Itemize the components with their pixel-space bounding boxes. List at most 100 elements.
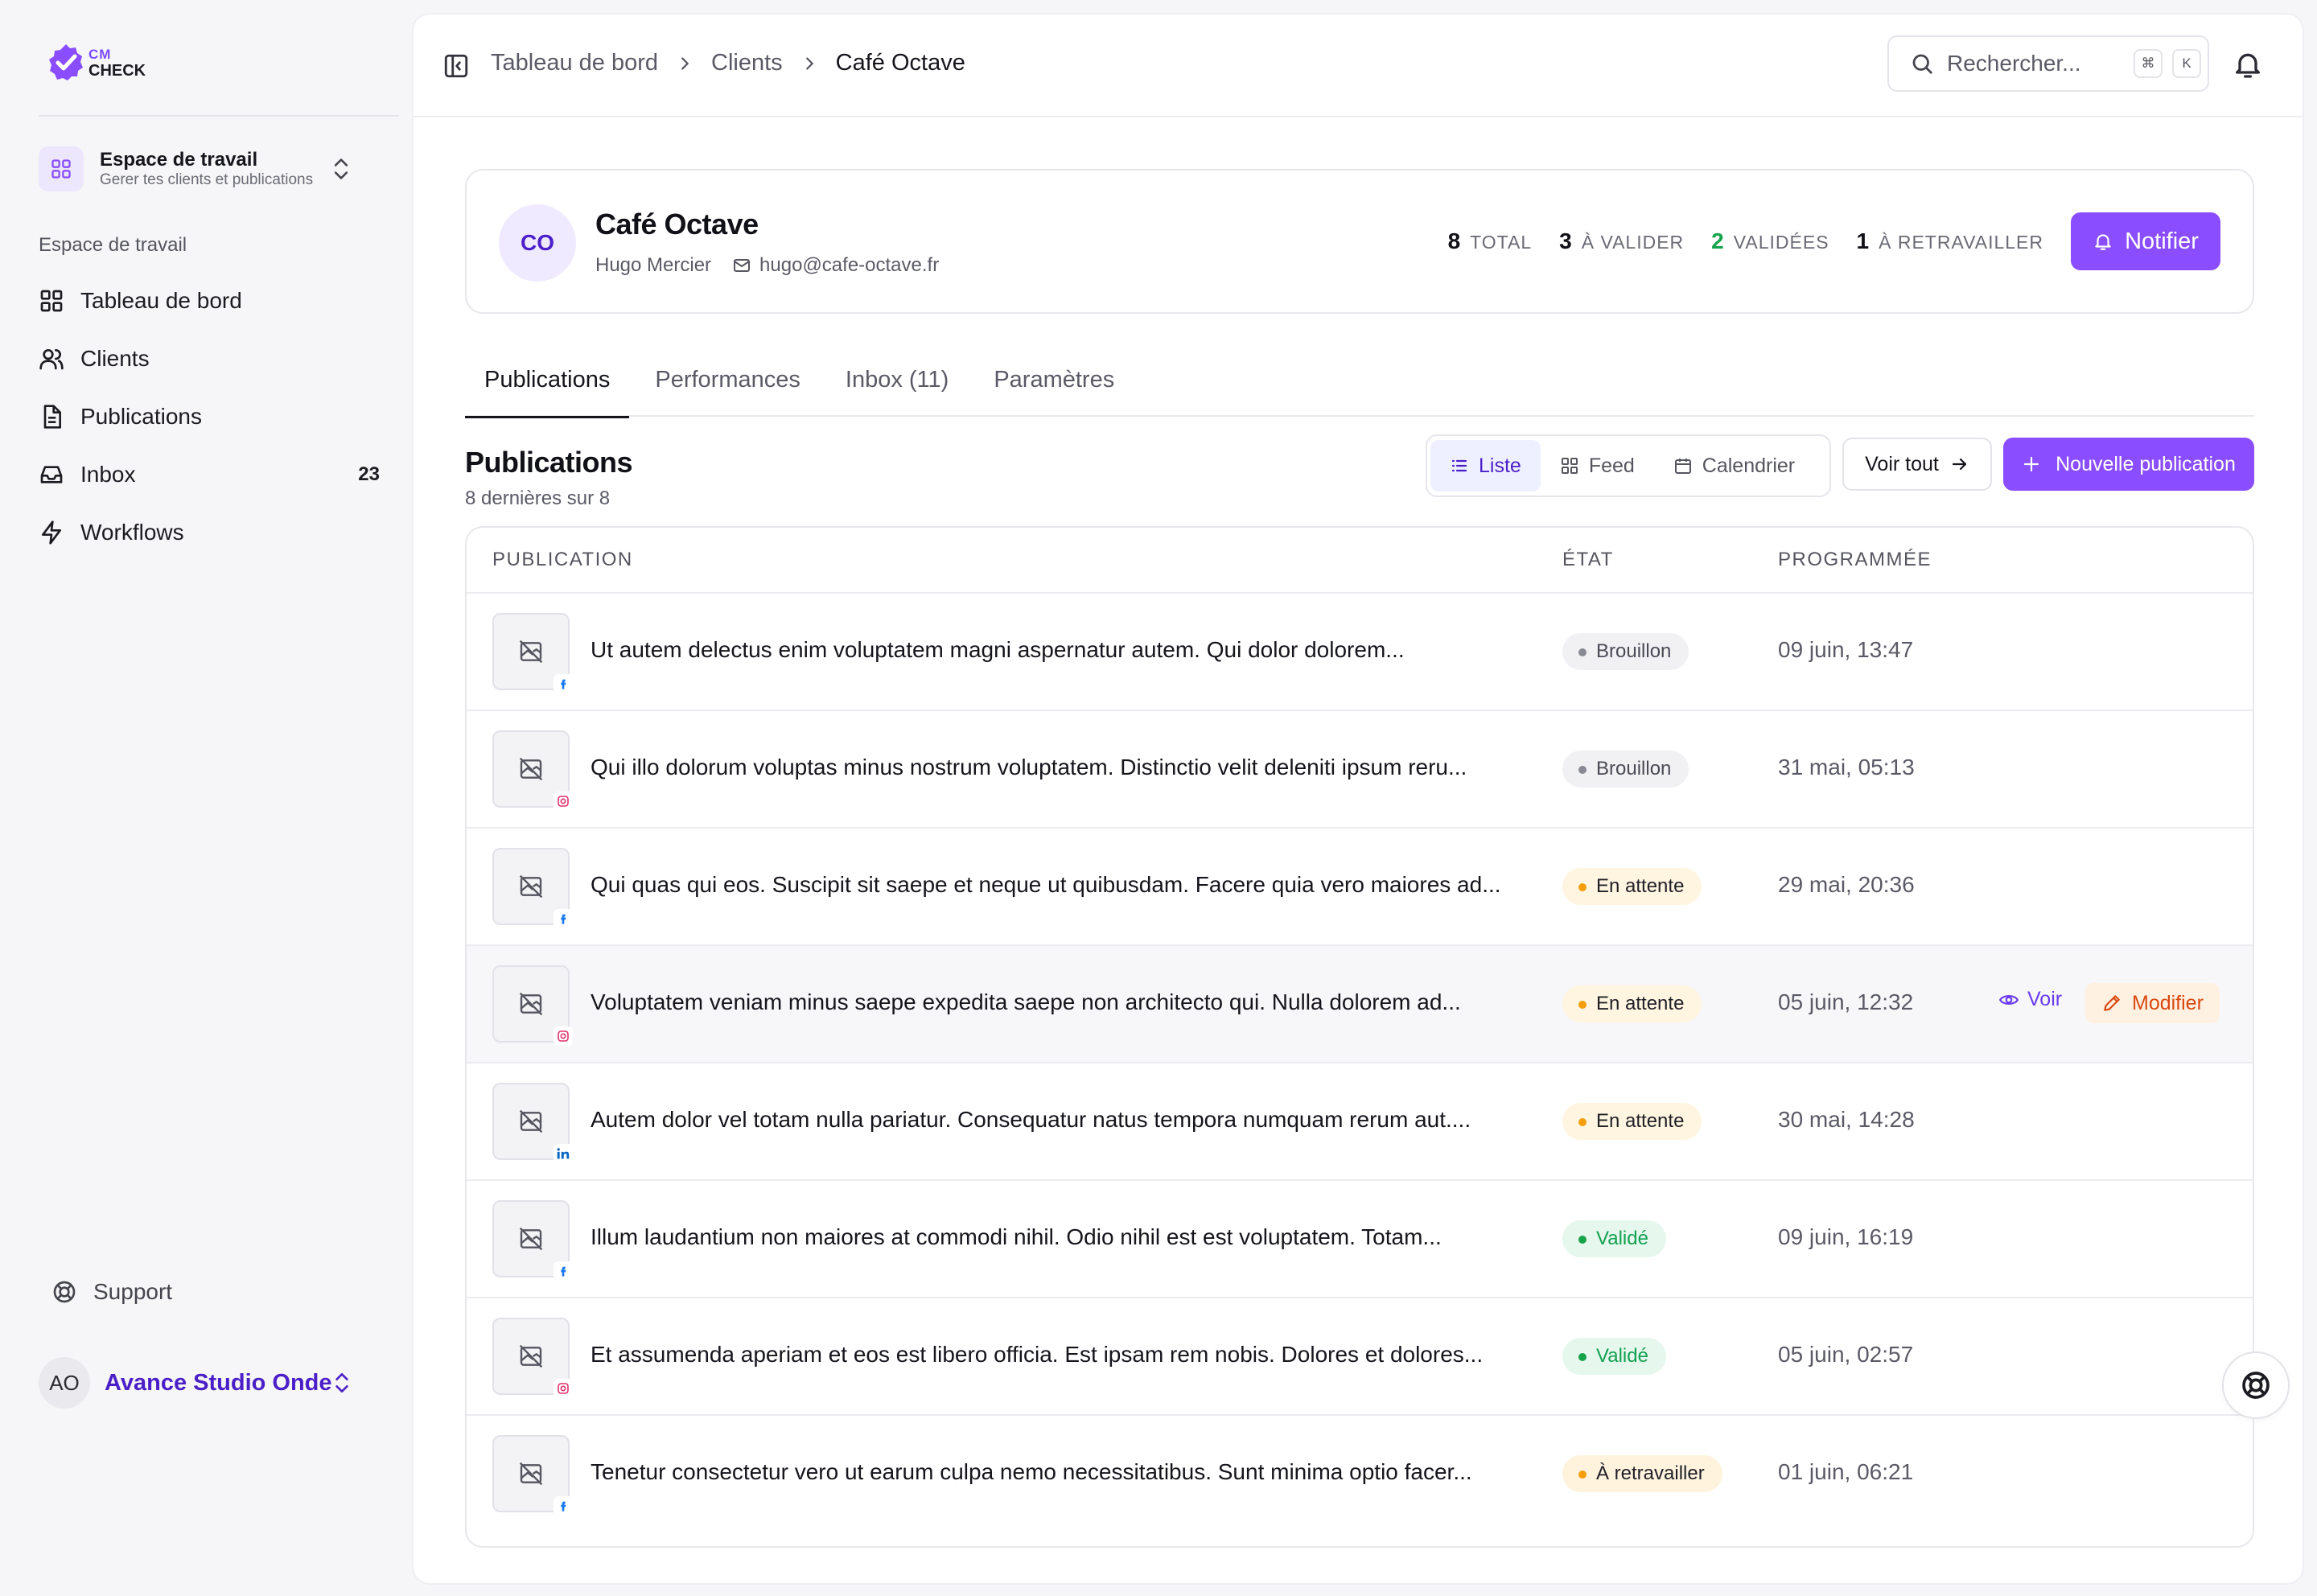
table-row[interactable]: Autem dolor vel totam nulla pariatur. Co…	[467, 1063, 2253, 1181]
sidebar-item-label: Tableau de bord	[80, 288, 242, 313]
image-off-icon	[519, 1462, 543, 1486]
user-switcher[interactable]: AO Avance Studio Onde	[39, 1356, 377, 1409]
table-row[interactable]: Qui quas qui eos. Suscipit sit saepe et …	[467, 829, 2253, 946]
workspace-grid-icon	[39, 146, 84, 191]
tab-publications[interactable]: Publications	[465, 343, 630, 418]
logo-wordmark: CM CHECK	[88, 47, 146, 80]
sidebar-item-publications[interactable]: Publications	[39, 388, 380, 446]
sidebar-item-clients[interactable]: Clients	[39, 330, 380, 388]
view-feed[interactable]: Feed	[1541, 440, 1654, 492]
client-meta: Hugo Mercier hugo@cafe-octave.fr	[595, 254, 939, 277]
stat-total: 8 TOTAL	[1447, 228, 1533, 253]
sidebar-item-label: Publications	[80, 404, 202, 429]
image-off-icon	[519, 1344, 543, 1368]
sidebar-item-dashboard[interactable]: Tableau de bord	[39, 272, 380, 330]
media-placeholder	[492, 848, 573, 928]
table-row[interactable]: Qui illo dolorum voluptas minus nostrum …	[467, 711, 2253, 829]
scheduled-date: 05 juin, 02:57	[1778, 1342, 1914, 1367]
chevron-up-down-icon	[334, 158, 348, 179]
shortcut-key-cmd: ⌘	[2134, 49, 2163, 78]
table-row[interactable]: Illum laudantium non maiores at commodi …	[467, 1181, 2253, 1298]
breadcrumb-dashboard[interactable]: Tableau de bord	[491, 50, 658, 76]
chevron-up-down-icon	[335, 1373, 348, 1392]
media-placeholder	[492, 730, 573, 811]
publication-text: Tenetur consectetur vero ut earum culpa …	[591, 1459, 1472, 1484]
table-row[interactable]: Ut autem delectus enim voluptatem magni …	[467, 594, 2253, 711]
client-card: CO Café Octave Hugo Mercier hugo@cafe-oc…	[465, 169, 2254, 314]
facebook-icon	[554, 1496, 573, 1516]
client-email[interactable]: hugo@cafe-octave.fr	[759, 254, 939, 277]
client-contact: Hugo Mercier	[595, 254, 712, 276]
view-list[interactable]: Liste	[1430, 440, 1541, 492]
users-icon	[39, 349, 64, 370]
media-placeholder	[492, 965, 573, 1046]
publication-text: Qui quas qui eos. Suscipit sit saepe et …	[591, 872, 1501, 897]
eye-icon	[1998, 994, 2019, 1005]
section-subtitle: 8 dernières sur 8	[465, 487, 611, 509]
grid-icon	[1561, 458, 1578, 474]
status-badge: Brouillon	[1562, 751, 1689, 788]
support-link[interactable]: Support	[51, 1279, 172, 1305]
status-badge: En attente	[1562, 1103, 1702, 1140]
breadcrumb-clients[interactable]: Clients	[711, 50, 783, 76]
chevron-right-icon	[681, 56, 689, 70]
sidebar-toggle-icon[interactable]	[442, 52, 470, 80]
mail-icon	[734, 259, 751, 272]
publication-text: Et assumenda aperiam et eos est libero o…	[591, 1342, 1484, 1367]
media-placeholder	[492, 1435, 573, 1516]
bell-icon	[2095, 234, 2111, 250]
inbox-icon	[40, 466, 63, 483]
facebook-icon	[554, 1261, 573, 1281]
sidebar-item-inbox[interactable]: Inbox 23	[39, 446, 380, 504]
tab-inbox[interactable]: Inbox (11)	[826, 343, 968, 417]
edit-publication-button[interactable]: Modifier	[2085, 983, 2220, 1023]
sidebar-nav: Tableau de bord Clients Publications Inb…	[39, 272, 380, 561]
bell-icon[interactable]	[2232, 48, 2264, 80]
new-publication-button[interactable]: Nouvelle publication	[2003, 438, 2254, 491]
stat-validated: 2 VALIDÉES	[1711, 228, 1829, 253]
publication-text: Qui illo dolorum voluptas minus nostrum …	[591, 755, 1467, 779]
search-box[interactable]: ⌘ K	[1887, 35, 2209, 92]
image-off-icon	[519, 1109, 543, 1133]
column-header-publication[interactable]: PUBLICATION	[492, 549, 633, 571]
see-all-button[interactable]: Voir tout	[1842, 438, 1992, 491]
media-placeholder	[492, 1200, 573, 1281]
image-off-icon	[519, 640, 543, 664]
tab-settings[interactable]: Paramètres	[974, 343, 1134, 417]
top-bar: Tableau de bord Clients Café Octave ⌘ K	[414, 14, 2303, 117]
column-header-status[interactable]: ÉTAT	[1562, 549, 1614, 571]
image-off-icon	[519, 992, 543, 1016]
user-name: Avance Studio Onde	[105, 1369, 332, 1396]
lifebuoy-icon	[53, 1281, 76, 1303]
facebook-icon	[554, 674, 573, 693]
sidebar: CM CHECK Espace de travail Gerer tes cli…	[0, 0, 412, 1596]
table-row[interactable]: Et assumenda aperiam et eos est libero o…	[467, 1298, 2253, 1416]
breadcrumb: Tableau de bord Clients Café Octave	[491, 50, 965, 76]
sidebar-item-workflows[interactable]: Workflows	[39, 504, 380, 561]
search-input[interactable]	[1947, 51, 2124, 76]
table-row[interactable]: Voluptatem veniam minus saepe expedita s…	[467, 946, 2253, 1063]
tab-performances[interactable]: Performances	[636, 343, 820, 417]
view-publication-button[interactable]: Voir	[1998, 988, 2062, 1011]
scheduled-date: 31 mai, 05:13	[1778, 755, 1915, 779]
media-placeholder	[492, 1083, 573, 1163]
section-title: Publications	[465, 446, 633, 479]
workspace-subtitle: Gerer tes clients et publications	[100, 171, 314, 188]
list-icon	[1451, 459, 1467, 472]
pencil-icon	[2104, 995, 2120, 1011]
view-calendar[interactable]: Calendrier	[1654, 440, 1814, 492]
app-logo[interactable]: CM CHECK	[45, 42, 146, 84]
search-icon	[1912, 54, 1932, 74]
sidebar-item-label: Clients	[80, 346, 150, 371]
help-button[interactable]	[2222, 1351, 2290, 1419]
column-header-scheduled[interactable]: PROGRAMMÉE	[1778, 549, 1932, 571]
notify-button[interactable]: Notifier	[2071, 212, 2220, 270]
sidebar-item-label: Inbox	[80, 462, 136, 487]
status-badge: À retravailler	[1562, 1455, 1722, 1492]
check-badge-icon	[49, 44, 83, 80]
stat-to-rework: 1À RETRAVAILLER	[1856, 228, 2043, 253]
workspace-switcher[interactable]: Espace de travail Gerer tes clients et p…	[39, 143, 377, 195]
sidebar-section-label: Espace de travail	[39, 234, 187, 256]
table-row[interactable]: Tenetur consectetur vero ut earum culpa …	[467, 1416, 2253, 1533]
linkedin-icon	[554, 1144, 573, 1163]
